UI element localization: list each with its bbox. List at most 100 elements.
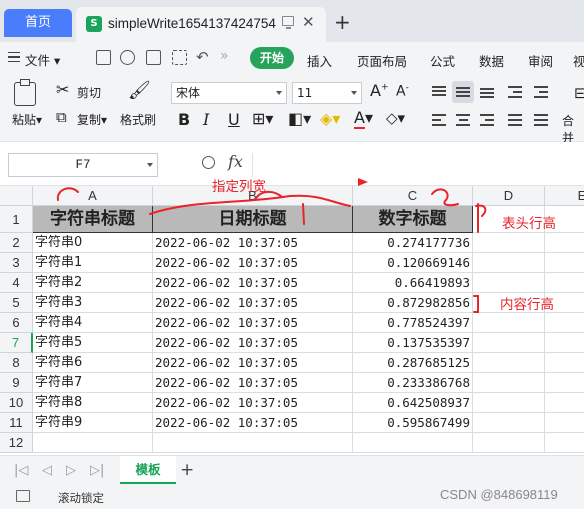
table-cell[interactable]: 2022-06-02 10:37:05	[153, 413, 353, 433]
format-painter-button[interactable]: 格式刷	[120, 111, 156, 128]
table-cell[interactable]: 0.137535397	[353, 333, 473, 353]
empty-cell[interactable]	[473, 413, 545, 433]
table-cell[interactable]: 2022-06-02 10:37:05	[153, 333, 353, 353]
row-header-9[interactable]: 9	[0, 373, 33, 393]
align-top-icon[interactable]	[428, 81, 450, 103]
column-header-d[interactable]: D	[473, 186, 545, 206]
window-icon[interactable]	[282, 16, 294, 29]
prev-sheet-icon[interactable]: ◁	[42, 463, 52, 478]
font-color-icon[interactable]: A▾	[354, 108, 373, 129]
row-header-12[interactable]: 12	[0, 433, 33, 453]
table-cell[interactable]: 0.595867499	[353, 413, 473, 433]
sheet-tab-template[interactable]: 模板	[120, 456, 176, 484]
empty-cell[interactable]	[473, 253, 545, 273]
row-header-11[interactable]: 11	[0, 413, 33, 433]
first-sheet-icon[interactable]: |◁	[14, 463, 28, 478]
table-cell[interactable]: 字符串4	[33, 313, 153, 333]
column-header-c[interactable]: C	[353, 186, 473, 206]
table-cell[interactable]: 0.274177736	[353, 233, 473, 253]
table-cell[interactable]: 字符串5	[33, 333, 153, 353]
increase-font-icon[interactable]: A+	[370, 81, 389, 100]
spreadsheet-grid[interactable]: A B C D E 1 2 3 4 5 6 7 8 9 10 11 12 字符串标题 日期标题 数字标题 字符串0 202…	[0, 186, 584, 455]
row-header-2[interactable]: 2	[0, 233, 33, 253]
table-cell[interactable]: 字符串6	[33, 353, 153, 373]
table-cell[interactable]: 2022-06-02 10:37:05	[153, 273, 353, 293]
next-sheet-icon[interactable]: ▷	[66, 463, 76, 478]
table-cell[interactable]: 2022-06-02 10:37:05	[153, 253, 353, 273]
row-header-10[interactable]: 10	[0, 393, 33, 413]
align-left-icon[interactable]	[428, 109, 450, 131]
empty-cell[interactable]	[473, 313, 545, 333]
export-pdf-icon[interactable]	[120, 50, 135, 65]
empty-cell[interactable]	[545, 273, 584, 293]
new-tab-plus-icon[interactable]: +	[334, 10, 351, 34]
more-icon[interactable]: »	[220, 48, 229, 64]
copy-icon[interactable]: ⧉	[56, 108, 67, 126]
paste-icon[interactable]	[14, 79, 36, 106]
column-header-a[interactable]: A	[33, 186, 153, 206]
tab-data[interactable]: 数据	[479, 51, 504, 70]
copy-button[interactable]: 复制▾	[77, 111, 107, 128]
empty-cell[interactable]	[473, 353, 545, 373]
table-cell[interactable]: 字符串2	[33, 273, 153, 293]
merge-button[interactable]: 合并	[562, 112, 584, 146]
fill-color-icon[interactable]: ◧▾	[288, 109, 311, 128]
header-cell[interactable]: 数字标题	[353, 206, 473, 233]
table-cell[interactable]: 0.233386768	[353, 373, 473, 393]
select-all-corner[interactable]	[0, 186, 33, 206]
tab-formulas[interactable]: 公式	[430, 51, 455, 70]
row-header-3[interactable]: 3	[0, 253, 33, 273]
home-tab[interactable]: 首页	[4, 9, 72, 37]
row-header-8[interactable]: 8	[0, 353, 33, 373]
header-cell[interactable]: 日期标题	[153, 206, 353, 233]
close-tab-icon[interactable]: ✕	[302, 13, 315, 31]
function-icon[interactable]: fx	[228, 152, 243, 171]
document-tab[interactable]: S simpleWrite1654137424754 ✕	[76, 7, 326, 42]
paste-button[interactable]: 粘贴▾	[12, 111, 42, 128]
decrease-font-icon[interactable]: A-	[396, 83, 409, 100]
empty-cell[interactable]	[473, 373, 545, 393]
indent-increase-icon[interactable]	[530, 81, 552, 103]
table-cell[interactable]: 2022-06-02 10:37:05	[153, 373, 353, 393]
cut-button[interactable]: 剪切	[77, 84, 101, 101]
empty-cell[interactable]	[473, 433, 545, 453]
row-header-1[interactable]: 1	[0, 206, 33, 233]
align-center-icon[interactable]	[452, 109, 474, 131]
table-cell[interactable]: 字符串1	[33, 253, 153, 273]
save-icon[interactable]	[96, 50, 111, 65]
empty-cell[interactable]	[153, 433, 353, 453]
empty-cell[interactable]	[545, 353, 584, 373]
print-icon[interactable]	[146, 50, 161, 65]
row-header-7[interactable]: 7	[0, 333, 33, 353]
table-cell[interactable]: 字符串9	[33, 413, 153, 433]
table-cell[interactable]: 0.287685125	[353, 353, 473, 373]
empty-cell[interactable]	[545, 233, 584, 253]
file-menu[interactable]: 文件 ▾	[25, 50, 60, 69]
table-cell[interactable]: 2022-06-02 10:37:05	[153, 233, 353, 253]
empty-cell[interactable]	[473, 333, 545, 353]
distributed-icon[interactable]	[530, 109, 552, 131]
table-cell[interactable]: 字符串0	[33, 233, 153, 253]
row-header-6[interactable]: 6	[0, 313, 33, 333]
empty-cell[interactable]	[353, 433, 473, 453]
merge-icon[interactable]: ⊟	[574, 84, 584, 102]
font-name-select[interactable]: 宋体	[171, 82, 287, 104]
align-middle-icon[interactable]	[452, 81, 474, 103]
underline-icon[interactable]: U	[228, 110, 240, 129]
table-cell[interactable]: 字符串8	[33, 393, 153, 413]
italic-icon[interactable]: I	[203, 110, 209, 129]
table-cell[interactable]: 0.778524397	[353, 313, 473, 333]
undo-icon[interactable]: ↶	[196, 48, 209, 66]
add-sheet-icon[interactable]: +	[180, 460, 194, 480]
empty-cell[interactable]	[545, 313, 584, 333]
table-cell[interactable]: 字符串7	[33, 373, 153, 393]
row-header-4[interactable]: 4	[0, 273, 33, 293]
bold-icon[interactable]: B	[178, 110, 190, 129]
tab-start[interactable]: 开始	[250, 47, 294, 69]
empty-cell[interactable]	[545, 333, 584, 353]
table-cell[interactable]: 2022-06-02 10:37:05	[153, 313, 353, 333]
table-cell[interactable]: 2022-06-02 10:37:05	[153, 293, 353, 313]
table-cell[interactable]: 2022-06-02 10:37:05	[153, 353, 353, 373]
table-cell[interactable]: 0.642508937	[353, 393, 473, 413]
last-sheet-icon[interactable]: ▷|	[90, 463, 104, 478]
